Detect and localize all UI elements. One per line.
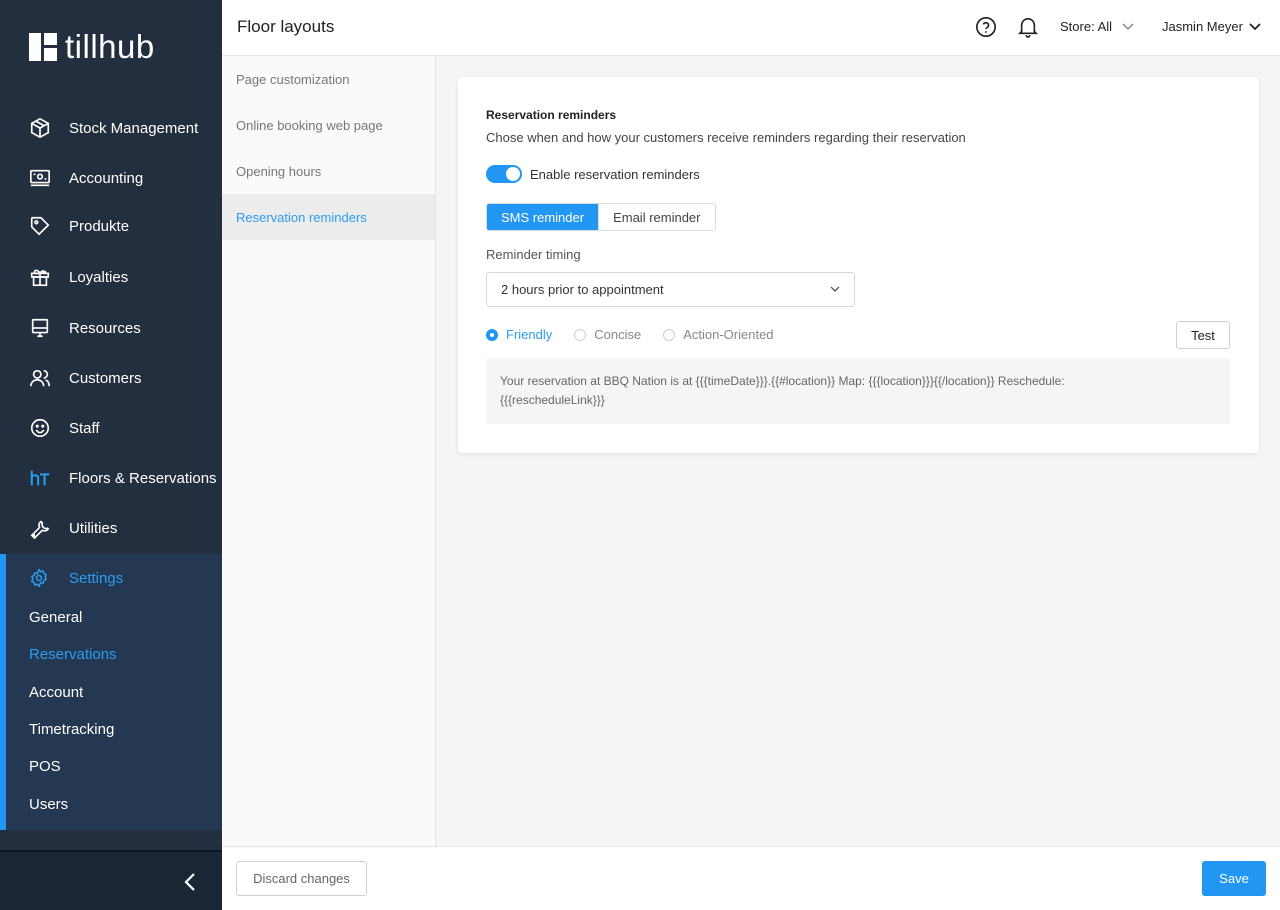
tone-radio-action-oriented[interactable]: Action-Oriented [663, 327, 774, 342]
test-button[interactable]: Test [1176, 321, 1230, 349]
store-select-value: Store: All [1060, 19, 1113, 34]
reminders-card: Reservation reminders Chose when and how… [458, 77, 1259, 453]
floors-logo-icon [29, 467, 51, 489]
sidebar-item-resources[interactable]: Resources [0, 308, 222, 348]
sidebar-item-stock-management[interactable]: Stock Management [0, 108, 222, 148]
card-description: Chose when and how your customers receiv… [486, 130, 966, 145]
settings-item-general[interactable]: General [29, 609, 82, 626]
sidebar-item-accounting[interactable]: Accounting [0, 158, 222, 198]
sidebar-item-label: Resources [69, 319, 141, 337]
reminder-type-tabs: SMS reminder Email reminder [486, 203, 716, 231]
box-icon [29, 117, 51, 139]
enable-reminders-row: Enable reservation reminders [486, 165, 700, 183]
radio-dot [574, 328, 587, 341]
subnav-online-booking[interactable]: Online booking web page [222, 102, 435, 148]
sidebar-item-label: Customers [69, 369, 142, 387]
sidebar-item-settings[interactable]: Settings [29, 564, 123, 592]
message-preview[interactable]: Your reservation at BBQ Nation is at {{{… [486, 358, 1230, 424]
card-title: Reservation reminders [486, 108, 617, 122]
sidebar-item-label: Produkte [69, 217, 130, 235]
store-select[interactable]: Store: All [1060, 19, 1134, 34]
sidebar-item-label: Loyalties [69, 268, 129, 286]
sidebar-footer [0, 850, 222, 910]
tone-radio-group: Friendly Concise Action-Oriented [486, 327, 796, 342]
enable-reminders-toggle[interactable] [486, 165, 522, 183]
message-line: Your reservation at BBQ Nation is at {{{… [500, 374, 1065, 388]
reminder-timing-select[interactable]: 2 hours prior to appointment [486, 272, 855, 307]
sidebar-item-label: Settings [69, 569, 124, 587]
radio-label: Action-Oriented [683, 327, 774, 342]
chevron-down-icon [1249, 22, 1261, 30]
brand-name: tillhub [65, 28, 155, 65]
chevron-down-icon [1122, 22, 1134, 30]
tab-email-reminder[interactable]: Email reminder [598, 204, 715, 230]
sidebar-item-label: Accounting [69, 169, 144, 187]
radio-label: Friendly [506, 327, 553, 342]
sidebar-item-label: Floors & Reservations [69, 469, 217, 487]
users-icon [29, 367, 51, 389]
reminder-timing-value: 2 hours prior to appointment [501, 282, 664, 297]
tone-radio-friendly[interactable]: Friendly [486, 327, 552, 342]
sidebar-item-utilities[interactable]: Utilities [0, 508, 222, 548]
subnav-reservation-reminders[interactable]: Reservation reminders [222, 194, 435, 240]
top-bar: Floor layouts Store: All Jasmin Meyer [222, 0, 1280, 56]
settings-item-pos[interactable]: POS [29, 758, 61, 775]
tone-radio-concise[interactable]: Concise [574, 327, 641, 342]
subnav-page-customization[interactable]: Page customization [222, 56, 435, 102]
reminder-timing-label: Reminder timing [486, 247, 581, 262]
footer-bar: Discard changes Save [222, 846, 1280, 910]
sidebar-item-loyalties[interactable]: Loyalties [0, 257, 222, 297]
settings-subnav: Page customization Online booking web pa… [222, 56, 436, 846]
gear-icon [30, 568, 48, 588]
subnav-opening-hours[interactable]: Opening hours [222, 148, 435, 194]
settings-item-account[interactable]: Account [29, 684, 83, 701]
user-name: Jasmin Meyer [1162, 19, 1243, 34]
settings-item-timetracking[interactable]: Timetracking [29, 721, 114, 738]
sidebar-item-staff[interactable]: Staff [0, 408, 222, 448]
bell-icon[interactable] [1017, 16, 1039, 38]
sidebar-item-produkte[interactable]: Produkte [0, 206, 222, 246]
sidebar-item-floors-reservations[interactable]: Floors & Reservations [0, 458, 222, 498]
brand-logo[interactable]: tillhub [29, 30, 155, 63]
help-icon[interactable] [975, 16, 997, 38]
radio-dot [486, 328, 498, 341]
discard-changes-button[interactable]: Discard changes [236, 861, 367, 896]
message-line: {{{rescheduleLink}}} [500, 393, 605, 407]
settings-section: Settings General Reservations Account Ti… [0, 554, 222, 830]
sidebar-item-label: Stock Management [69, 119, 199, 137]
tillhub-logo-icon [29, 32, 57, 61]
smiley-icon [29, 417, 51, 439]
radio-dot [663, 328, 676, 341]
page-title: Floor layouts [237, 17, 335, 36]
gift-icon [29, 266, 51, 288]
save-button[interactable]: Save [1202, 861, 1266, 896]
sidebar-item-customers[interactable]: Customers [0, 358, 222, 398]
sidebar-item-label: Utilities [69, 519, 118, 537]
user-menu[interactable]: Jasmin Meyer [1162, 19, 1261, 34]
toggle-label: Enable reservation reminders [530, 166, 700, 182]
settings-item-reservations[interactable]: Reservations [29, 646, 117, 663]
monitor-icon [29, 317, 51, 339]
cash-register-icon [29, 167, 51, 189]
tab-sms-reminder[interactable]: SMS reminder [487, 204, 599, 230]
chevron-left-icon [184, 873, 195, 891]
wrench-icon [29, 517, 51, 539]
radio-label: Concise [594, 327, 642, 342]
sidebar: tillhub Stock Management Accounting Prod… [0, 0, 222, 910]
sidebar-item-label: Staff [69, 419, 100, 437]
collapse-sidebar-button[interactable] [180, 870, 200, 894]
tag-icon [29, 215, 51, 237]
chevron-down-icon [830, 286, 840, 292]
settings-item-users[interactable]: Users [29, 796, 68, 813]
